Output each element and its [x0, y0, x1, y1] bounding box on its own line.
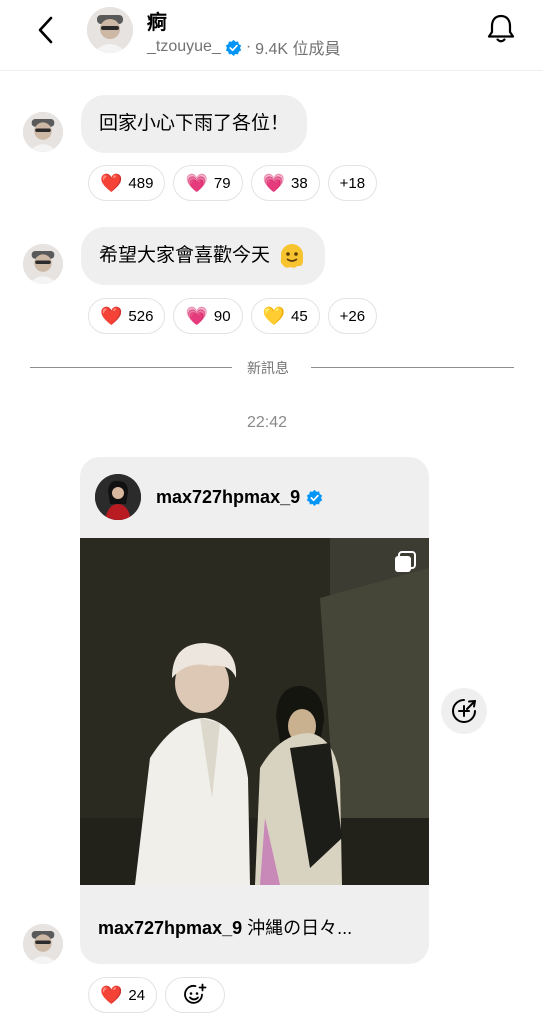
- reaction-count: 45: [290, 307, 308, 325]
- add-reaction-button[interactable]: [165, 977, 226, 1013]
- reaction-pink-heart[interactable]: 💗 38: [250, 165, 320, 201]
- message-text: 回家小心下雨了各位！: [99, 113, 290, 134]
- new-messages-label: 新訊息: [247, 360, 289, 376]
- chevron-left-icon: [38, 16, 53, 44]
- reaction-row: ❤️ 489 💗 79 💗 38 +18: [88, 165, 378, 201]
- add-reaction-icon: [184, 983, 207, 1004]
- bell-icon: [487, 14, 515, 43]
- divider-line-right: [311, 367, 514, 368]
- pink-heart-icon: 💗: [185, 173, 208, 193]
- reaction-yellow-heart[interactable]: 💛 45: [250, 298, 320, 334]
- post-author-name: max727hpmax_9: [156, 487, 301, 507]
- post-photo[interactable]: [80, 538, 429, 885]
- verified-badge-icon: [306, 489, 323, 506]
- channel-subtitle: _tzouyue_ · 9.4K 位成員: [147, 35, 341, 59]
- back-button[interactable]: [30, 14, 62, 46]
- heart-icon: ❤️: [100, 173, 123, 193]
- reaction-row: ❤️ 24: [88, 977, 226, 1013]
- post-author-avatar[interactable]: [95, 474, 141, 520]
- sender-avatar[interactable]: [23, 924, 63, 964]
- channel-title[interactable]: 痾: [147, 6, 167, 35]
- message-timestamp: 22:42: [247, 414, 288, 431]
- post-caption: max727hpmax_9 沖縄の日々...: [98, 914, 418, 940]
- caption-username: max727hpmax_9: [98, 918, 243, 938]
- reaction-more-count: +18: [339, 174, 366, 192]
- reaction-count: 526: [128, 307, 154, 325]
- heart-icon: ❤️: [100, 306, 123, 326]
- subtitle-separator: ·: [245, 38, 252, 55]
- divider-line-left: [30, 367, 232, 368]
- post-author[interactable]: max727hpmax_9: [156, 487, 323, 508]
- yellow-heart-icon: 💛: [262, 306, 285, 326]
- channel-username: _tzouyue_: [147, 38, 221, 55]
- channel-avatar[interactable]: [87, 7, 133, 53]
- reaction-count: 90: [213, 307, 231, 325]
- notifications-button[interactable]: [484, 12, 518, 46]
- reaction-heart[interactable]: ❤️ 24: [88, 977, 158, 1013]
- caption-text: 沖縄の日々...: [247, 918, 353, 938]
- reaction-sparkling-heart[interactable]: 💗 90: [173, 298, 243, 334]
- reaction-sparkling-heart[interactable]: 💗 79: [173, 165, 243, 201]
- multiple-photos-icon: [395, 551, 416, 572]
- message-bubble[interactable]: 回家小心下雨了各位！: [81, 95, 308, 153]
- melting-face-icon: [281, 243, 304, 268]
- pink-heart-icon: 💗: [262, 173, 285, 193]
- share-icon: [452, 699, 476, 723]
- sender-avatar[interactable]: [23, 244, 63, 284]
- reaction-count: 79: [213, 174, 231, 192]
- pink-heart-icon: 💗: [185, 306, 208, 326]
- reaction-row: ❤️ 526 💗 90 💛 45 +26: [88, 298, 378, 334]
- reaction-heart[interactable]: ❤️ 526: [88, 298, 166, 334]
- reaction-count: 24: [128, 986, 146, 1004]
- reaction-more-count: +26: [339, 307, 366, 325]
- reaction-count: 38: [290, 174, 308, 192]
- reaction-count: 489: [128, 174, 154, 192]
- share-button[interactable]: [441, 688, 487, 734]
- member-count: 9.4K 位成員: [255, 41, 341, 58]
- reaction-heart[interactable]: ❤️ 489: [88, 165, 166, 201]
- message-text: 希望大家會喜歡今天: [99, 245, 271, 266]
- heart-icon: ❤️: [100, 985, 123, 1005]
- reaction-more[interactable]: +26: [327, 298, 378, 334]
- shared-post-card[interactable]: max727hpmax_9 max727hpmax_9 沖縄の日々...: [80, 457, 429, 964]
- sender-avatar[interactable]: [23, 112, 63, 152]
- message-bubble[interactable]: 希望大家會喜歡今天: [81, 227, 326, 285]
- reaction-more[interactable]: +18: [327, 165, 378, 201]
- verified-badge-icon: [225, 39, 241, 56]
